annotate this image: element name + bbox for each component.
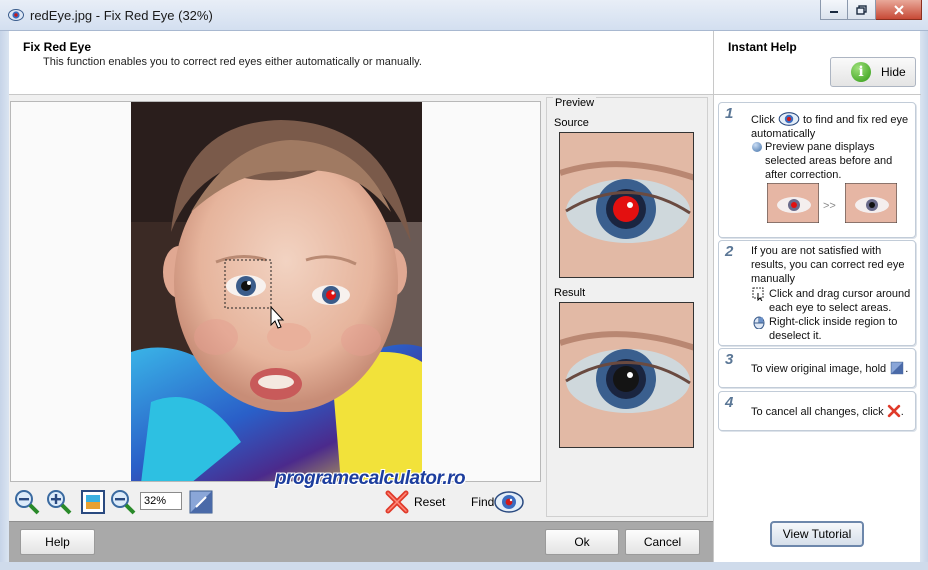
step-text-part: automatically [751,128,816,140]
zoom-in-icon[interactable] [46,489,72,515]
fit-to-window-icon[interactable] [80,489,106,515]
step-number: 4 [725,394,734,411]
result-preview [559,302,694,448]
step-text: Click to find and fix red eye automatica… [751,112,915,141]
step-bullet-text: Preview pane displays selected areas bef… [765,141,893,181]
source-eye-image [560,133,693,277]
source-label: Source [554,117,589,129]
help-title: Instant Help [728,40,797,54]
window-frame-right [920,31,928,570]
function-description: This function enables you to correct red… [43,56,422,68]
function-header: Fix Red Eye This function enables you to… [9,31,713,95]
source-preview [559,132,694,278]
right-click-mouse-icon [753,316,765,329]
title-bar[interactable]: redEye.jpg - Fix Red Eye (32%) [0,0,928,31]
photo-image[interactable] [131,102,422,482]
help-step-4: 4 To cancel all changes, click . [718,391,916,431]
window-frame-left [0,31,9,570]
view-tutorial-button[interactable]: View Tutorial [770,521,864,547]
step-text: To view original image, hold . [751,361,915,376]
arrow-text: >> [823,200,836,212]
step-bullet: Preview pane displays selected areas bef… [752,140,915,182]
minimize-button[interactable] [820,0,848,20]
compare-original-icon[interactable] [188,489,214,515]
result-label: Result [554,287,586,299]
bullet-icon [752,142,762,152]
zoom-out-icon[interactable] [14,489,40,515]
image-canvas[interactable] [10,101,541,482]
step-text: To cancel all changes, click . [751,404,915,419]
restore-icon [855,4,867,15]
find-red-eye-icon [778,112,800,126]
reset-icon [887,404,900,418]
step-number: 3 [725,351,734,368]
step-bullet: Right-click inside region to deselect it… [753,315,915,343]
help-header: Instant Help i Hide [714,31,921,95]
red-eye-example-after [845,183,897,223]
actual-size-icon[interactable] [110,489,136,515]
step-bullet-text: Click and drag cursor around each eye to… [769,288,911,314]
step-text-part: Click [751,114,775,126]
result-eye-image [560,303,693,447]
preview-title: Preview [553,97,597,109]
eye-app-icon [8,9,24,21]
step-bullet-text: Right-click inside region to deselect it… [769,316,898,342]
preview-panel: Preview Source Result [546,97,708,517]
help-button[interactable]: Help [20,529,95,555]
window-frame-bottom [0,562,928,570]
window-title: redEye.jpg - Fix Red Eye (32%) [30,8,213,23]
ok-button[interactable]: Ok [545,529,619,555]
step-text-part: . [905,363,909,375]
window-controls [820,0,922,20]
close-icon [893,4,904,15]
step-text-part: To view original image, hold [751,363,887,375]
info-icon: i [851,62,871,82]
find-red-eye-icon[interactable] [494,489,524,515]
compare-original-icon [891,361,904,375]
instant-help-pane: Instant Help i Hide 1 Click to find and … [713,31,921,562]
close-button[interactable] [876,0,922,20]
help-step-2: 2 If you are not satisfied with results,… [718,240,916,346]
step-text-part: to find and fix red eye [802,114,909,126]
bottom-button-bar: Help Ok Cancel [9,521,713,562]
step-text-part: To cancel all changes, click [751,406,884,418]
help-step-1: 1 Click to find and fix red eye automati… [718,102,916,238]
minimize-icon [830,10,838,13]
step-number: 2 [725,243,734,260]
zoom-level-input[interactable] [140,492,182,510]
zoom-toolbar: Reset Find [14,487,544,515]
selection-cursor-icon [752,287,764,301]
find-label[interactable]: Find [471,495,494,509]
function-title: Fix Red Eye [23,40,92,54]
cancel-button[interactable]: Cancel [625,529,700,555]
step-number: 1 [725,105,734,122]
hide-help-button[interactable]: i Hide [830,57,916,87]
reset-label[interactable]: Reset [414,495,445,509]
reset-icon[interactable] [384,489,410,515]
step-text-part: . [900,406,904,418]
red-eye-example-before [767,183,819,223]
step-text: If you are not satisfied with results, y… [751,245,905,285]
step-bullet: Click and drag cursor around each eye to… [752,287,915,315]
hide-label: Hide [881,65,906,79]
restore-button[interactable] [848,0,876,20]
help-step-3: 3 To view original image, hold . [718,348,916,388]
